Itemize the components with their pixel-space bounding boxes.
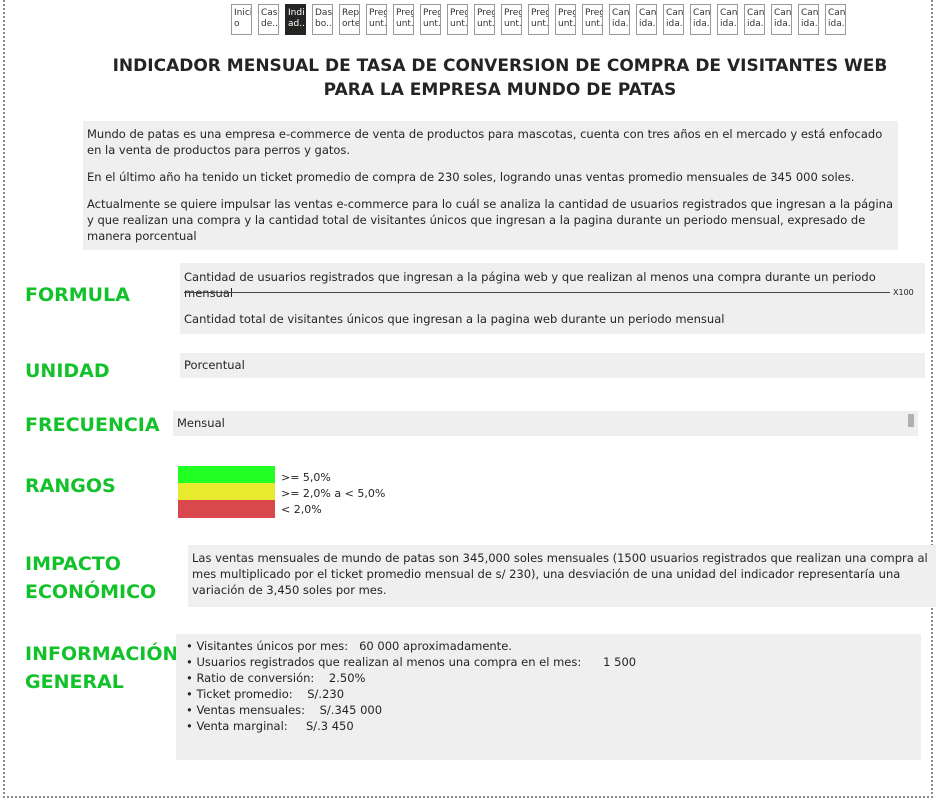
- page-tab[interactable]: Preg unt...: [447, 4, 468, 35]
- formula-multiplier: X100: [893, 288, 914, 297]
- page-tab[interactable]: Cant ida...: [636, 4, 657, 35]
- formula-label: FORMULA: [25, 284, 130, 306]
- page-tab[interactable]: Cant ida...: [825, 4, 846, 35]
- scrollbar[interactable]: [908, 414, 914, 427]
- range-label: < 2,0%: [281, 503, 322, 516]
- unidad-value: Porcentual: [180, 353, 925, 378]
- page-tab[interactable]: Indic ad...: [285, 4, 306, 35]
- title-line-1: INDICADOR MENSUAL DE TASA DE CONVERSION …: [112, 56, 888, 76]
- page-tab[interactable]: Preg unt...: [528, 4, 549, 35]
- info-item: • Ticket promedio: S/.230: [186, 687, 345, 701]
- info-label-line-2: GENERAL: [25, 671, 124, 693]
- page-tabs: Inici o Caso de... Indic ad... Dash bo... Re…: [231, 4, 846, 35]
- frecuencia-value: Mensual: [177, 416, 225, 430]
- page-tab[interactable]: Dash bo...: [312, 4, 333, 35]
- info-item: • Venta marginal: S/.3 450: [186, 719, 354, 733]
- page-tab[interactable]: Cant ida...: [717, 4, 738, 35]
- page-tab[interactable]: Cant ida...: [771, 4, 792, 35]
- rangos-label: RANGOS: [25, 475, 116, 497]
- intro-paragraph-2: En el último año ha tenido un ticket pro…: [87, 170, 855, 184]
- info-item: • Usuarios registrados que realizan al m…: [186, 655, 637, 669]
- range-label: >= 2,0% a < 5,0%: [281, 487, 386, 500]
- formula-panel: Cantidad de usuarios registrados que ing…: [180, 263, 925, 334]
- range-swatch: [178, 500, 275, 518]
- page-tab[interactable]: Preg unt...: [366, 4, 387, 35]
- info-panel: • Visitantes únicos por mes: 60 000 apro…: [176, 634, 921, 760]
- intro-paragraph-3: Actualmente se quiere impulsar las venta…: [87, 197, 894, 243]
- page-tab[interactable]: Preg unt...: [582, 4, 603, 35]
- page-tab[interactable]: Cant ida...: [690, 4, 711, 35]
- formula-numerator: Cantidad de usuarios registrados que ing…: [184, 270, 876, 300]
- info-label-line-1: INFORMACIÓN: [25, 643, 179, 665]
- range-label: >= 5,0%: [281, 471, 331, 484]
- info-item: • Visitantes únicos por mes: 60 000 apro…: [186, 639, 512, 653]
- page-tab[interactable]: Rep orte: [339, 4, 360, 35]
- info-item: • Ratio de conversión: 2.50%: [186, 671, 366, 685]
- range-swatch: [178, 483, 275, 501]
- page-tab[interactable]: Caso de...: [258, 4, 279, 35]
- page-tab[interactable]: Inici o: [231, 4, 252, 35]
- page-tab[interactable]: Preg unt...: [501, 4, 522, 35]
- frecuencia-label: FRECUENCIA: [25, 414, 160, 436]
- page-tab[interactable]: Preg unt...: [555, 4, 576, 35]
- range-swatch: [178, 466, 275, 484]
- frecuencia-panel: Mensual: [173, 411, 918, 436]
- impacto-panel: Las ventas mensuales de mundo de patas s…: [188, 545, 936, 607]
- page-tab[interactable]: Preg unt...: [420, 4, 441, 35]
- page-title: INDICADOR MENSUAL DE TASA DE CONVERSION …: [100, 54, 900, 102]
- unidad-label: UNIDAD: [25, 360, 110, 382]
- title-line-2: PARA LA EMPRESA MUNDO DE PATAS: [323, 80, 677, 100]
- page-tab[interactable]: Cant ida...: [744, 4, 765, 35]
- page-tab[interactable]: Cant ida...: [663, 4, 684, 35]
- intro-paragraph-1: Mundo de patas es una empresa e-commerce…: [87, 127, 883, 157]
- page-tab[interactable]: Preg unt...: [393, 4, 414, 35]
- page-tab[interactable]: Preg unt...: [474, 4, 495, 35]
- formula-denominator: Cantidad total de visitantes únicos que …: [184, 312, 725, 326]
- page-tab[interactable]: Cant ida...: [798, 4, 819, 35]
- intro-panel: Mundo de patas es una empresa e-commerce…: [83, 121, 898, 250]
- impacto-label-line-1: IMPACTO: [25, 553, 121, 575]
- page-tab[interactable]: Cant ida...: [609, 4, 630, 35]
- info-item: • Ventas mensuales: S/.345 000: [186, 703, 383, 717]
- fraction-line: [184, 292, 890, 293]
- impacto-label-line-2: ECONÓMICO: [25, 581, 157, 603]
